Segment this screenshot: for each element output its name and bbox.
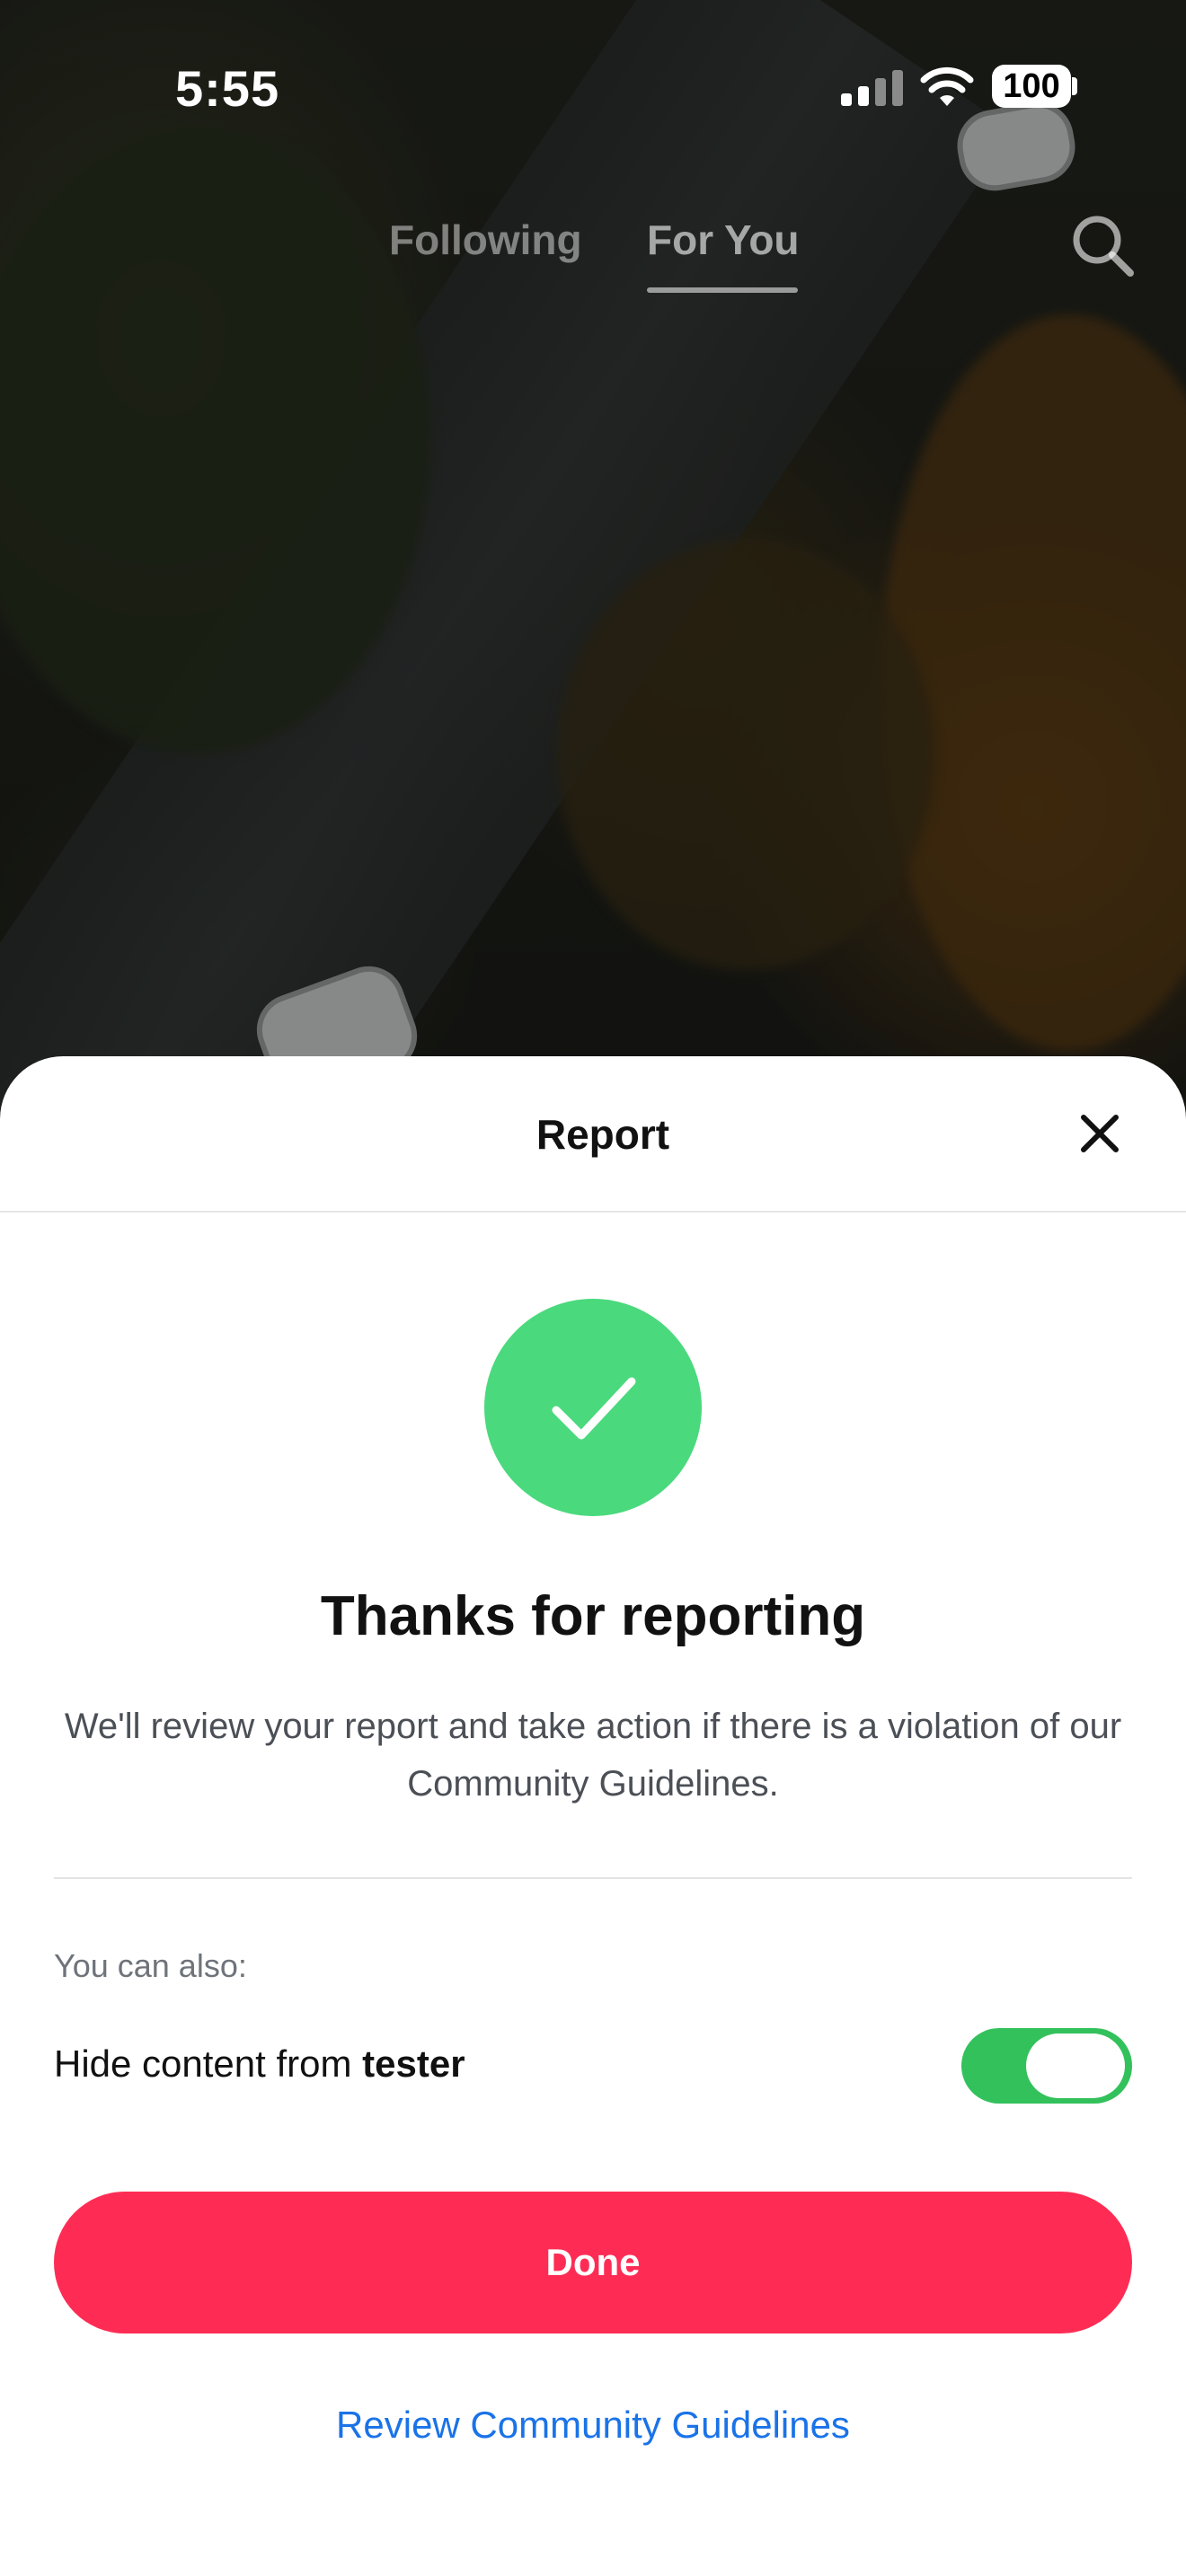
options-label: You can also: [54, 1947, 247, 1984]
status-time: 5:55 [175, 60, 280, 117]
hide-content-label: Hide content from tester [54, 2042, 465, 2086]
active-tab-indicator [647, 287, 798, 293]
review-guidelines-link[interactable]: Review Community Guidelines [0, 2404, 1186, 2447]
done-button[interactable]: Done [54, 2192, 1132, 2333]
close-icon[interactable] [1075, 1108, 1125, 1159]
sheet-title: Report [535, 1111, 670, 1158]
checkmark-icon [552, 1377, 636, 1440]
hide-content-prefix: Hide content from [54, 2042, 363, 2085]
report-sheet [0, 1056, 1186, 2576]
section-divider [54, 1877, 1132, 1879]
battery-icon: 100 [992, 65, 1071, 108]
header-divider [0, 1211, 1186, 1213]
tab-for-you[interactable]: For You [647, 216, 800, 264]
confirmation-description: We'll review your report and take action… [64, 1707, 1122, 1804]
cellular-signal-icon [841, 70, 903, 106]
success-badge [484, 1299, 702, 1516]
tab-following[interactable]: Following [389, 216, 582, 264]
wifi-icon [920, 66, 974, 106]
battery-nub [1072, 77, 1077, 95]
hide-content-username: tester [362, 2042, 465, 2085]
search-icon[interactable] [1069, 212, 1136, 278]
toggle-knob [1026, 2033, 1125, 2098]
status-bar: 5:55 100 [0, 0, 1186, 171]
confirmation-heading: Thanks for reporting [320, 1585, 866, 1647]
